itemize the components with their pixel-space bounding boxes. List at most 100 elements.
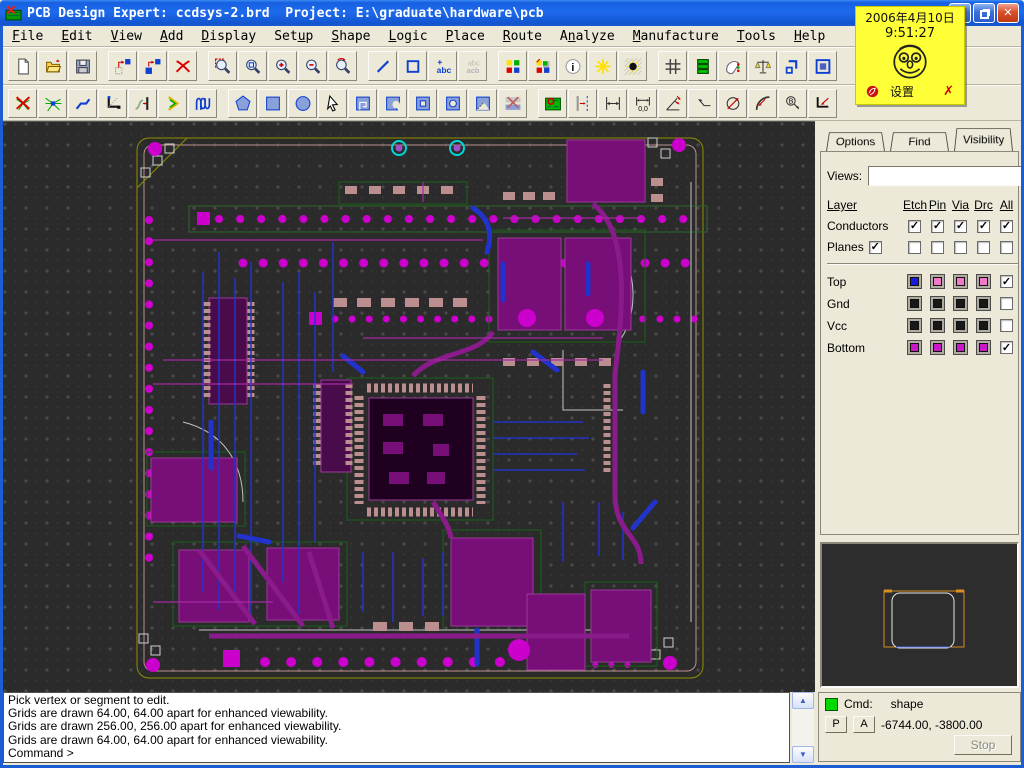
custom-smooth-button[interactable] xyxy=(158,89,187,118)
menu-help[interactable]: Help xyxy=(785,28,834,45)
visibility-checkbox[interactable] xyxy=(977,241,990,254)
layer-color-swatch[interactable] xyxy=(930,318,945,333)
visibility-checkbox[interactable] xyxy=(1000,275,1013,288)
layer-color-swatch[interactable] xyxy=(953,318,968,333)
shape-manual-button[interactable] xyxy=(348,89,377,118)
menu-logic[interactable]: Logic xyxy=(380,28,437,45)
layer-color-swatch[interactable] xyxy=(953,296,968,311)
highlight-button[interactable] xyxy=(588,51,617,81)
shape-hollow-button[interactable] xyxy=(408,89,437,118)
visibility-checkbox[interactable] xyxy=(931,220,944,233)
scroll-up-icon[interactable]: ▲ xyxy=(792,692,814,709)
menu-file[interactable]: File xyxy=(3,28,52,45)
dim-linear-button[interactable] xyxy=(598,89,627,118)
tab-options[interactable]: Options xyxy=(826,132,885,151)
delete-element-button[interactable] xyxy=(168,51,197,81)
visibility-checkbox[interactable] xyxy=(977,220,990,233)
visibility-checkbox[interactable] xyxy=(1000,341,1013,354)
close-button[interactable]: ✕ xyxy=(997,3,1019,23)
visibility-checkbox[interactable] xyxy=(869,241,882,254)
visibility-checkbox[interactable] xyxy=(1000,297,1013,310)
void-circle-button[interactable] xyxy=(438,89,467,118)
menu-add[interactable]: Add xyxy=(151,28,192,45)
menu-tools[interactable]: Tools xyxy=(728,28,785,45)
visibility-checkbox[interactable] xyxy=(908,220,921,233)
visibility-checkbox[interactable] xyxy=(931,241,944,254)
menu-shape[interactable]: Shape xyxy=(322,28,379,45)
add-line-button[interactable] xyxy=(368,51,397,81)
edit-vertex-button[interactable] xyxy=(98,89,127,118)
layer-color-swatch[interactable] xyxy=(930,296,945,311)
visibility-checkbox[interactable] xyxy=(1000,241,1013,254)
layer-color-swatch[interactable] xyxy=(976,318,991,333)
open-file-button[interactable] xyxy=(38,51,67,81)
zoom-points-button[interactable] xyxy=(208,51,237,81)
menu-analyze[interactable]: Analyze xyxy=(551,28,624,45)
views-input[interactable] xyxy=(869,167,1024,185)
note-close-icon[interactable]: ✗ xyxy=(943,84,954,99)
pick-button[interactable]: P xyxy=(825,716,847,733)
layer-color-swatch[interactable] xyxy=(976,296,991,311)
visibility-checkbox[interactable] xyxy=(1000,220,1013,233)
move-element-button[interactable] xyxy=(138,51,167,81)
shape-rect-button[interactable] xyxy=(258,89,287,118)
layer-color-swatch[interactable] xyxy=(953,274,968,289)
zoom-previous-button[interactable] xyxy=(328,51,357,81)
zoom-in-button[interactable] xyxy=(268,51,297,81)
spread-lines-button[interactable] xyxy=(188,89,217,118)
console-scrollbar[interactable]: ▲ ▼ xyxy=(792,692,814,763)
route-corner-button[interactable] xyxy=(778,51,807,81)
menu-place[interactable]: Place xyxy=(437,28,494,45)
note-settings-label[interactable]: 设置 xyxy=(890,83,914,100)
dim-diameter-button[interactable] xyxy=(718,89,747,118)
scrollbar-track[interactable] xyxy=(792,709,814,746)
menu-setup[interactable]: Setup xyxy=(265,28,322,45)
note-settings-icon[interactable] xyxy=(866,85,879,98)
add-connect-button[interactable] xyxy=(68,89,97,118)
layer-color-swatch[interactable] xyxy=(976,340,991,355)
zoom-out-button[interactable] xyxy=(298,51,327,81)
void-slash-button[interactable] xyxy=(468,89,497,118)
dim-angle-button[interactable] xyxy=(658,89,687,118)
color-priority-button[interactable] xyxy=(528,51,557,81)
chamfer-tool-button[interactable] xyxy=(808,89,837,118)
layer-color-swatch[interactable] xyxy=(976,274,991,289)
visibility-checkbox[interactable] xyxy=(954,220,967,233)
shape-bite-button[interactable] xyxy=(378,89,407,118)
constraints-button[interactable] xyxy=(748,51,777,81)
menu-view[interactable]: View xyxy=(102,28,151,45)
new-file-button[interactable] xyxy=(8,51,37,81)
scroll-down-icon[interactable]: ▼ xyxy=(792,746,814,763)
datum-axis-button[interactable] xyxy=(568,89,597,118)
add-rect-button[interactable] xyxy=(398,51,427,81)
void-delete-button[interactable] xyxy=(498,89,527,118)
drafting-origin-button[interactable] xyxy=(538,89,567,118)
balloon-label-button[interactable]: B xyxy=(778,89,807,118)
waive-drc-button[interactable] xyxy=(718,51,747,81)
restore-button[interactable] xyxy=(973,3,995,23)
pcb-canvas[interactable] xyxy=(3,121,815,691)
menu-display[interactable]: Display xyxy=(192,28,265,45)
dim-datum-button[interactable]: 0,0 xyxy=(628,89,657,118)
tab-visibility[interactable]: Visibility xyxy=(954,128,1013,151)
angle-button[interactable]: A xyxy=(853,716,875,733)
desktop-clock-note[interactable]: 2006年4月10日 9:51:27 设置 ✗ xyxy=(855,6,965,105)
copy-element-button[interactable] xyxy=(108,51,137,81)
rats-net-button[interactable] xyxy=(38,89,67,118)
visibility-checkbox[interactable] xyxy=(908,241,921,254)
stop-button[interactable]: Stop xyxy=(954,735,1012,755)
menu-manufacture[interactable]: Manufacture xyxy=(624,28,728,45)
layer-color-swatch[interactable] xyxy=(907,340,922,355)
color-dialog-button[interactable] xyxy=(498,51,527,81)
shape-circle-button[interactable] xyxy=(288,89,317,118)
views-combobox[interactable]: ▼ xyxy=(868,166,1024,186)
menu-route[interactable]: Route xyxy=(494,28,551,45)
element-info-button[interactable]: i xyxy=(558,51,587,81)
shape-polygon-button[interactable] xyxy=(228,89,257,118)
leader-line-button[interactable] xyxy=(688,89,717,118)
visibility-checkbox[interactable] xyxy=(1000,319,1013,332)
grid-toggle-button[interactable] xyxy=(658,51,687,81)
layer-color-swatch[interactable] xyxy=(953,340,968,355)
add-text-button[interactable]: abc xyxy=(428,51,457,81)
save-file-button[interactable] xyxy=(68,51,97,81)
